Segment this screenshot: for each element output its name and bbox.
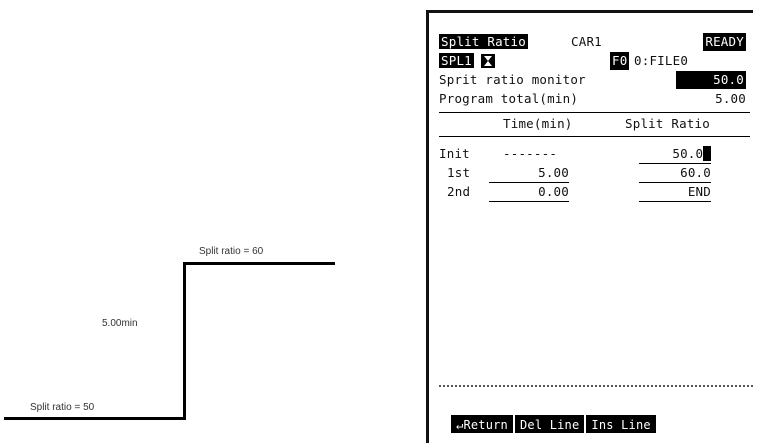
ratio-cell[interactable]: 60.0 [639,164,711,183]
table-row-init[interactable]: Init ------- 50.0 [439,145,750,164]
ratio-cell[interactable]: 50.0 [639,145,711,164]
file-name: 0:FILE0 [634,53,689,68]
divider-top [439,112,750,113]
label-initial-ratio: Split ratio = 50 [30,402,95,413]
time-cell[interactable]: 5.00 [489,164,569,183]
time-cell[interactable]: 0.00 [489,183,569,202]
label-step-time: 5.00min [102,318,138,329]
program-label: Program total(min) [439,91,579,106]
del-line-button[interactable]: Del Line [515,415,585,433]
header-time: Time(min) [503,116,573,131]
table-row-1st[interactable]: 1st 5.00 60.0 [439,164,750,183]
divider-bottom [439,385,753,387]
table-row-2nd[interactable]: 2nd 0.00 END [439,183,750,202]
step-label: 2nd [447,184,471,199]
time-cell: ------- [503,146,558,161]
ins-line-button[interactable]: Ins Line [586,415,656,433]
return-label: Return [463,418,508,432]
mode-row: SPL1 F0 0:FILE0 [439,52,750,70]
softkey-bar: ↵Return Del Line Ins Line [451,415,745,433]
hourglass-icon [481,54,495,68]
return-button[interactable]: ↵Return [451,415,513,433]
program-value: 5.00 [715,91,746,106]
monitor-value-box: 50.0 [676,71,746,89]
initial-ratio-line [4,417,185,420]
monitor-value: 50.0 [713,72,744,87]
step-label: 1st [447,165,471,180]
step-transition-line [183,262,186,420]
ratio-value: 50.0 [672,146,704,161]
step-label: Init [439,146,470,161]
instrument-screen: Split Ratio CAR1 READY SPL1 F0 0:FILE0 S… [426,10,753,443]
split-ratio-step-diagram: Split ratio = 50 Split ratio = 60 5.00mi… [0,0,400,445]
monitor-label: Sprit ratio monitor [439,72,586,87]
divider-header [439,136,750,137]
file-tag: F0 [610,52,630,70]
ratio-cell[interactable]: END [639,183,711,202]
status-badge: READY [703,33,746,51]
header-ratio: Split Ratio [625,116,710,131]
program-total-row: Program total(min) 5.00 [439,90,750,108]
carrier-name: CAR1 [571,34,602,49]
title-bar: Split Ratio CAR1 READY [439,33,750,51]
table-header: Time(min) Split Ratio [439,115,750,133]
screen-title: Split Ratio [439,34,528,49]
monitor-row: Sprit ratio monitor 50.0 [439,71,750,89]
stepped-ratio-line [183,262,335,265]
mode-tag: SPL1 [439,53,474,68]
label-step-ratio: Split ratio = 60 [199,246,264,257]
edit-cursor [703,146,711,161]
